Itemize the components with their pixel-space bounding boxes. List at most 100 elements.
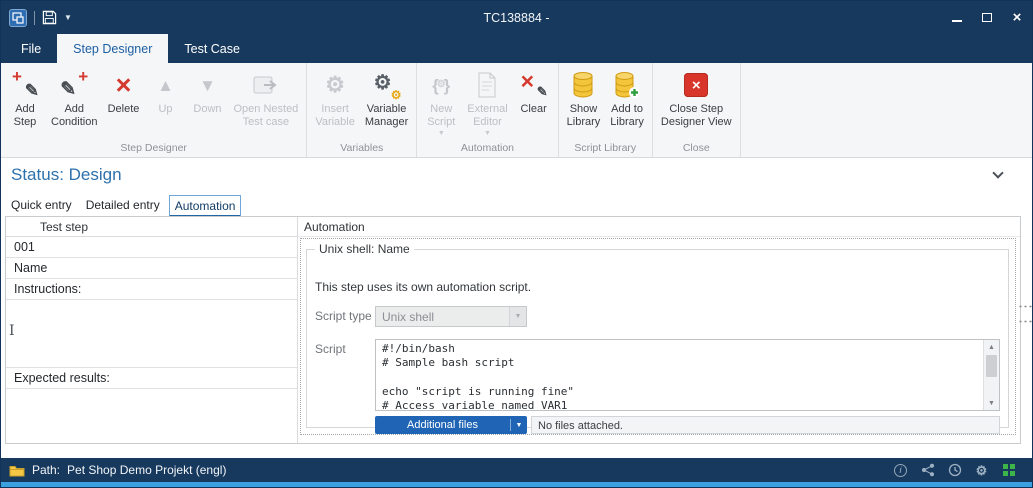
group-label-step-designer: Step Designer: [1, 141, 306, 157]
group-label-variables: Variables: [307, 141, 416, 157]
delete-button[interactable]: × Delete: [102, 66, 144, 141]
tab-file[interactable]: File: [5, 34, 57, 63]
statusbar: Path: Pet Shop Demo Projekt (engl) i: [1, 458, 1032, 482]
clear-button[interactable]: × ✎ Clear: [513, 66, 555, 141]
step-number-cell[interactable]: 001: [6, 237, 297, 258]
test-step-column-header: Test step: [6, 217, 297, 237]
minimize-button[interactable]: [942, 1, 972, 34]
script-type-dropdown-icon[interactable]: ▼: [509, 307, 526, 326]
status-section: Status: Design: [1, 158, 1032, 195]
statusbar-icons: i ⚙: [893, 463, 1032, 478]
delete-x-icon: ×: [116, 72, 132, 99]
additional-files-row: Additional files ▼ No files attached.: [375, 416, 1000, 434]
automation-column-header: Automation: [298, 217, 1020, 237]
text-cursor-pointer: I: [9, 323, 15, 339]
external-editor-doc-icon: [477, 72, 497, 98]
tab-detailed-entry[interactable]: Detailed entry: [81, 195, 165, 218]
maximize-button[interactable]: [972, 1, 1002, 34]
taskbar-strip: [1, 482, 1032, 488]
path-value: Pet Shop Demo Projekt (engl): [67, 463, 226, 477]
close-button[interactable]: ×: [1002, 1, 1032, 34]
down-arrow-icon: ▼: [199, 77, 216, 94]
open-nested-testcase-button[interactable]: Open Nested Test case: [228, 66, 303, 141]
unix-shell-groupbox: Unix shell: Name This step uses its own …: [306, 249, 1009, 428]
titlebar: ▼ TC138884 - ×: [1, 1, 1032, 34]
ribbon-tab-bar: File Step Designer Test Case: [1, 34, 1032, 63]
scroll-down-icon[interactable]: ▼: [984, 396, 999, 410]
files-status-field: No files attached.: [531, 416, 1000, 434]
new-script-dropdown-icon: ▼: [438, 130, 445, 137]
scrollbar-track[interactable]: [984, 354, 999, 396]
group-label-script-library: Script Library: [559, 141, 652, 157]
instructions-entry-area[interactable]: [6, 300, 297, 368]
window-title: TC138884 -: [483, 1, 549, 34]
group-label-close: Close: [653, 141, 740, 157]
automation-description: This step uses its own automation script…: [315, 280, 1000, 294]
script-type-label: Script type: [315, 306, 375, 323]
collapse-chevron-icon[interactable]: [992, 167, 1003, 178]
down-button[interactable]: ▼ Down: [186, 66, 228, 141]
app-icon[interactable]: [9, 9, 27, 27]
expected-results-entry-area[interactable]: [6, 389, 297, 443]
scrollbar-thumb[interactable]: [986, 355, 997, 377]
script-scrollbar[interactable]: ▲ ▼: [983, 340, 999, 410]
variable-manager-button[interactable]: ⚙ ⚙ Variable Manager: [360, 66, 413, 141]
save-button[interactable]: [42, 10, 57, 25]
add-condition-icon: + ✎: [60, 71, 88, 99]
panel-resize-handle-icon[interactable]: ⋮⋮: [1021, 299, 1030, 329]
ribbon-group-script-library: Show Library Add to Library: [559, 63, 653, 157]
qat-customize-chevron-icon[interactable]: ▼: [64, 13, 72, 22]
insert-variable-button[interactable]: ⚙ Insert Variable: [310, 66, 360, 141]
window-glyph-icon: [12, 12, 24, 24]
additional-files-dropdown-icon[interactable]: ▼: [511, 422, 527, 429]
script-type-row: Script type Unix shell ▼: [315, 306, 1000, 327]
tab-test-case[interactable]: Test Case: [168, 34, 256, 63]
add-to-library-button[interactable]: Add to Library: [605, 66, 649, 141]
close-step-designer-view-button[interactable]: × Close Step Designer View: [656, 66, 737, 141]
step-name-cell[interactable]: Name: [6, 258, 297, 279]
maximize-icon: [982, 13, 992, 22]
save-floppy-icon: [42, 10, 57, 25]
automation-panel: Unix shell: Name This step uses its own …: [300, 238, 1016, 435]
tab-step-designer[interactable]: Step Designer: [57, 34, 168, 63]
external-editor-button[interactable]: External Editor ▼: [462, 66, 512, 141]
app-window: ▼ TC138884 - × File Step Designer Test C…: [0, 0, 1033, 488]
entry-tab-bar: Quick entry Detailed entry Automation: [6, 195, 241, 218]
ribbon: + ✎ Add Step + ✎ Add Condition × Delete …: [1, 63, 1032, 158]
new-script-button[interactable]: { } ⚙ New Script ▼: [420, 66, 462, 141]
history-icon[interactable]: [947, 463, 962, 478]
up-button[interactable]: ▲ Up: [144, 66, 186, 141]
expected-results-label-cell[interactable]: Expected results:: [6, 368, 297, 389]
script-editor[interactable]: #!/bin/bash # Sample bash script echo "s…: [376, 340, 983, 410]
instructions-label-cell[interactable]: Instructions:: [6, 279, 297, 300]
show-library-button[interactable]: Show Library: [562, 66, 606, 141]
automation-column: Automation Unix shell: Name This step us…: [298, 217, 1020, 443]
script-row: Script #!/bin/bash # Sample bash script …: [315, 339, 1000, 411]
open-nested-icon: [252, 73, 280, 97]
share-icon[interactable]: [920, 463, 935, 478]
status-title: Status: Design: [11, 165, 122, 185]
connection-status-icon[interactable]: [1001, 463, 1016, 478]
close-view-icon: ×: [684, 73, 708, 97]
clear-icon: × ✎: [521, 72, 547, 98]
info-icon[interactable]: i: [893, 463, 908, 478]
insert-variable-gear-icon: ⚙: [325, 74, 345, 96]
window-controls: ×: [942, 1, 1032, 34]
tab-quick-entry[interactable]: Quick entry: [6, 195, 77, 218]
toolbar-divider: [34, 11, 35, 25]
scroll-up-icon[interactable]: ▲: [984, 340, 999, 354]
tab-automation[interactable]: Automation: [169, 195, 242, 218]
external-editor-dropdown-icon: ▼: [484, 130, 491, 137]
add-step-button[interactable]: + ✎ Add Step: [4, 66, 46, 141]
script-label: Script: [315, 339, 375, 356]
minimize-icon: [952, 20, 962, 22]
up-arrow-icon: ▲: [157, 77, 174, 94]
add-condition-button[interactable]: + ✎ Add Condition: [46, 66, 102, 141]
script-type-select[interactable]: Unix shell ▼: [375, 306, 527, 327]
add-step-icon: + ✎: [11, 71, 39, 99]
quick-access-toolbar: ▼: [1, 9, 72, 27]
additional-files-button[interactable]: Additional files ▼: [375, 416, 527, 434]
script-editor-box: #!/bin/bash # Sample bash script echo "s…: [375, 339, 1000, 411]
new-script-icon: { } ⚙: [432, 77, 450, 94]
settings-icon[interactable]: ⚙: [974, 463, 989, 478]
